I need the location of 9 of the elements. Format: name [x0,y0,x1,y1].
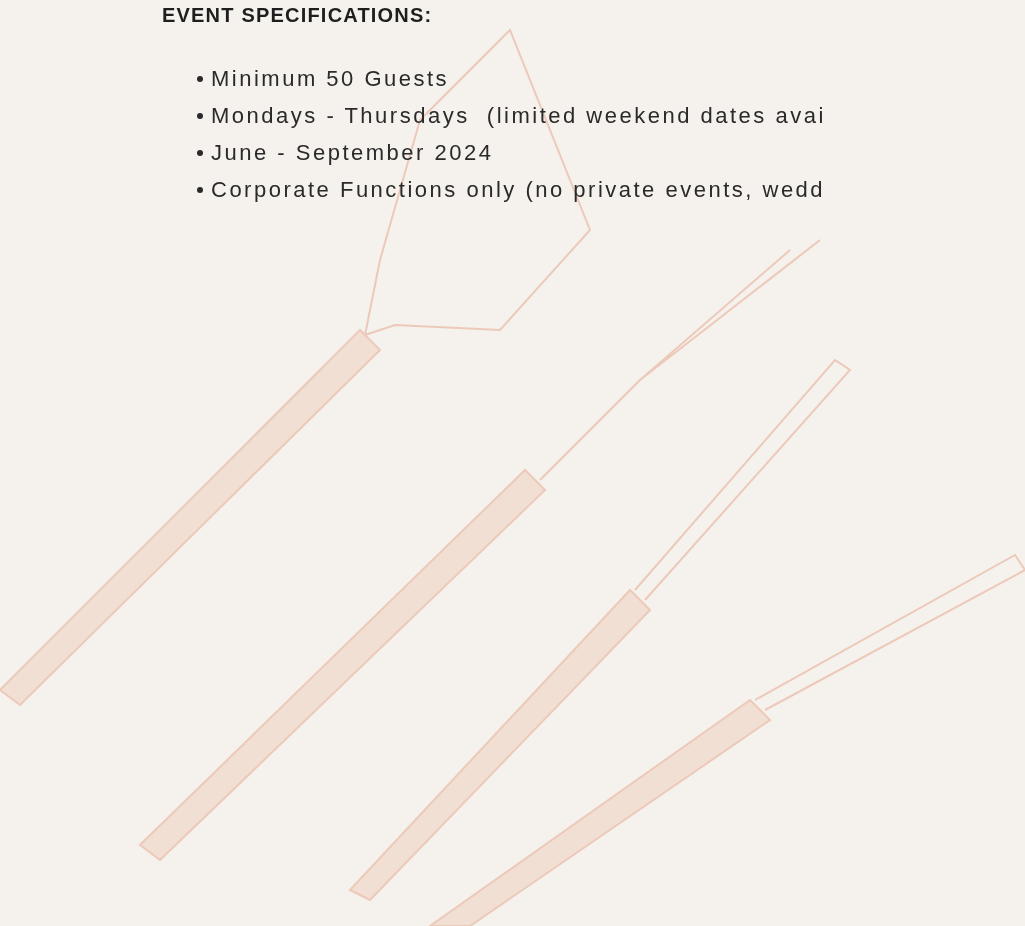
bullet-icon [197,187,203,193]
list-item-text: June - September 2024 [211,140,494,166]
section-heading: EVENT SPECIFICATIONS: [162,3,433,28]
list-item-text: Minimum 50 Guests [211,66,450,92]
list-item-text: Mondays - Thursdays (limited weekend dates avai [211,103,826,129]
bullet-icon [197,76,203,82]
bullet-icon [197,113,203,119]
bullet-icon [197,150,203,156]
list-item-text: Corporate Functions only (no private events, wedd [211,177,826,203]
